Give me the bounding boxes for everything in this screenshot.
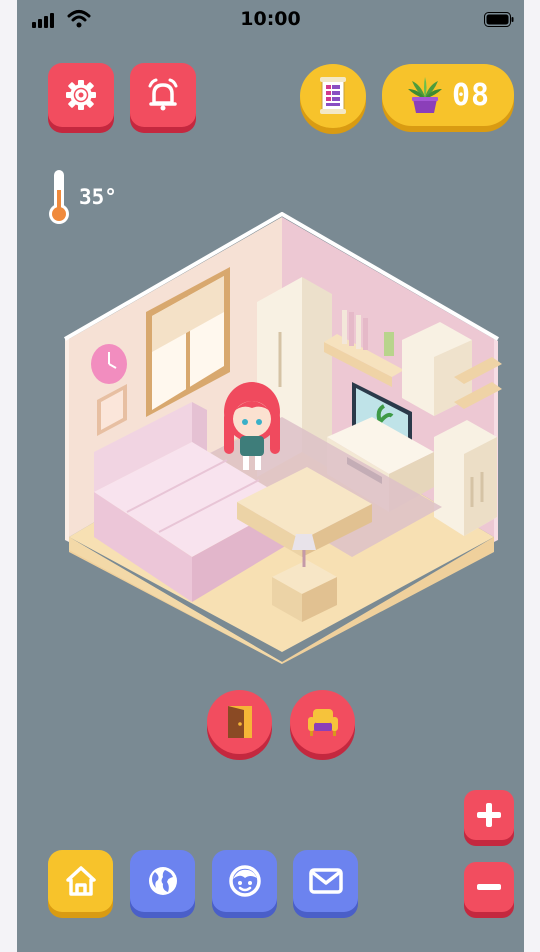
nav-home-button[interactable] bbox=[48, 850, 113, 912]
status-time: 10:00 bbox=[240, 8, 301, 30]
face-icon bbox=[228, 865, 261, 897]
door-button[interactable] bbox=[207, 690, 272, 754]
gear-icon bbox=[66, 80, 96, 110]
status-bar: 10:00 bbox=[17, 0, 524, 40]
settings-button[interactable] bbox=[48, 63, 114, 127]
armchair-icon bbox=[307, 709, 338, 736]
notes-button[interactable] bbox=[300, 64, 366, 128]
nav-character-button[interactable] bbox=[212, 850, 277, 912]
battery-icon bbox=[484, 12, 514, 27]
mail-icon bbox=[308, 868, 343, 894]
zoom-in-button[interactable] bbox=[464, 790, 514, 840]
nav-mail-button[interactable] bbox=[293, 850, 358, 912]
home-icon bbox=[65, 866, 96, 896]
alarm-bell-icon bbox=[148, 78, 178, 111]
globe-icon bbox=[148, 867, 177, 895]
plus-icon bbox=[477, 803, 501, 827]
plant-count: 08 bbox=[451, 77, 491, 113]
isometric-room-illustration bbox=[64, 212, 502, 664]
zoom-out-button[interactable] bbox=[464, 862, 514, 912]
game-screen: 10:00 08 35° bbox=[17, 0, 524, 952]
nav-world-button[interactable] bbox=[130, 850, 195, 912]
temperature-value: 35° bbox=[79, 185, 117, 209]
door-icon bbox=[227, 706, 252, 738]
furniture-button[interactable] bbox=[290, 690, 355, 754]
alarm-button[interactable] bbox=[130, 63, 196, 127]
scroll-list-icon bbox=[320, 77, 346, 114]
plant-counter-button[interactable]: 08 bbox=[382, 64, 514, 126]
potted-plant-icon bbox=[407, 77, 442, 113]
minus-icon bbox=[477, 884, 501, 890]
